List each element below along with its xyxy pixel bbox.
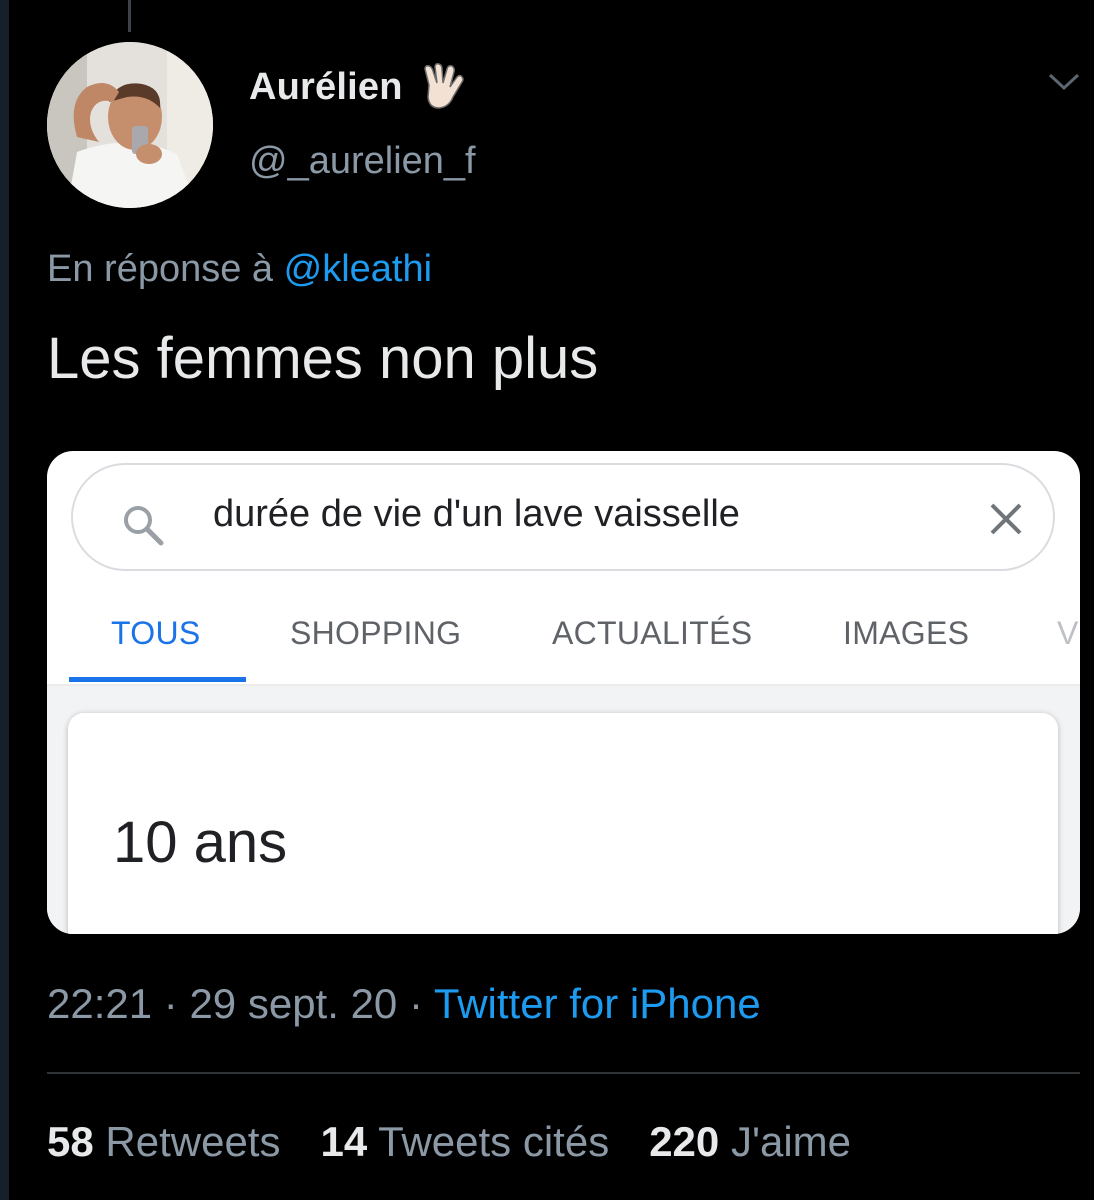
engagement-stats: 58 Retweets 14 Tweets cités 220 J'aime	[47, 1118, 891, 1166]
reply-prefix: En réponse à	[47, 248, 274, 290]
sidebar-edge	[0, 0, 9, 1200]
author-name-row[interactable]: Aurélien	[249, 63, 465, 111]
search-icon	[124, 506, 164, 546]
tweet-date[interactable]: 29 sept. 20	[189, 980, 397, 1027]
tweet-time[interactable]: 22:21	[47, 980, 152, 1027]
reply-mention-link[interactable]: @kleathi	[284, 248, 432, 290]
retweets-count: 58	[47, 1118, 94, 1165]
answer-card: 10 ans	[68, 713, 1058, 934]
retweets-stat[interactable]: 58 Retweets	[47, 1118, 280, 1166]
tab-actualites: ACTUALITÉS	[552, 615, 753, 651]
answer-text: 10 ans	[113, 810, 288, 875]
divider	[47, 1072, 1080, 1074]
active-tab-indicator	[69, 677, 246, 682]
avatar[interactable]	[47, 42, 213, 208]
quotes-label: Tweets cités	[378, 1118, 610, 1165]
retweets-label: Retweets	[105, 1118, 281, 1165]
tweet-meta: 22:21 · 29 sept. 20 · Twitter for iPhone	[47, 980, 761, 1028]
display-name[interactable]: Aurélien	[249, 66, 403, 109]
tab-shopping: SHOPPING	[290, 615, 462, 651]
thread-connector-line	[128, 0, 131, 32]
vulcan-salute-icon	[423, 63, 464, 109]
close-icon	[990, 503, 1022, 535]
tab-tous: TOUS	[111, 615, 201, 651]
quotes-stat[interactable]: 14 Tweets cités	[320, 1118, 609, 1166]
author-handle[interactable]: @_aurelien_f	[249, 140, 476, 183]
meta-separator: ·	[408, 980, 423, 1027]
tab-more-truncated: V	[1057, 615, 1079, 651]
search-query: durée de vie d'un lave vaisselle	[213, 493, 740, 535]
likes-label: J'aime	[730, 1118, 852, 1165]
tweet-text: Les femmes non plus	[47, 326, 599, 391]
search-tabs: TOUS SHOPPING ACTUALITÉS IMAGES V	[47, 591, 1080, 685]
chevron-down-icon[interactable]	[1046, 70, 1082, 94]
tab-images: IMAGES	[843, 615, 970, 651]
quotes-count: 14	[320, 1118, 368, 1165]
meta-separator: ·	[163, 980, 178, 1027]
embedded-screenshot[interactable]: durée de vie d'un lave vaisselle TOUS SH…	[47, 451, 1080, 934]
likes-count: 220	[649, 1118, 720, 1165]
source-link[interactable]: Twitter for iPhone	[434, 980, 761, 1027]
likes-stat[interactable]: 220 J'aime	[649, 1118, 851, 1166]
reply-context: En réponse à @kleathi	[47, 248, 432, 291]
search-bar: durée de vie d'un lave vaisselle	[71, 463, 1055, 571]
